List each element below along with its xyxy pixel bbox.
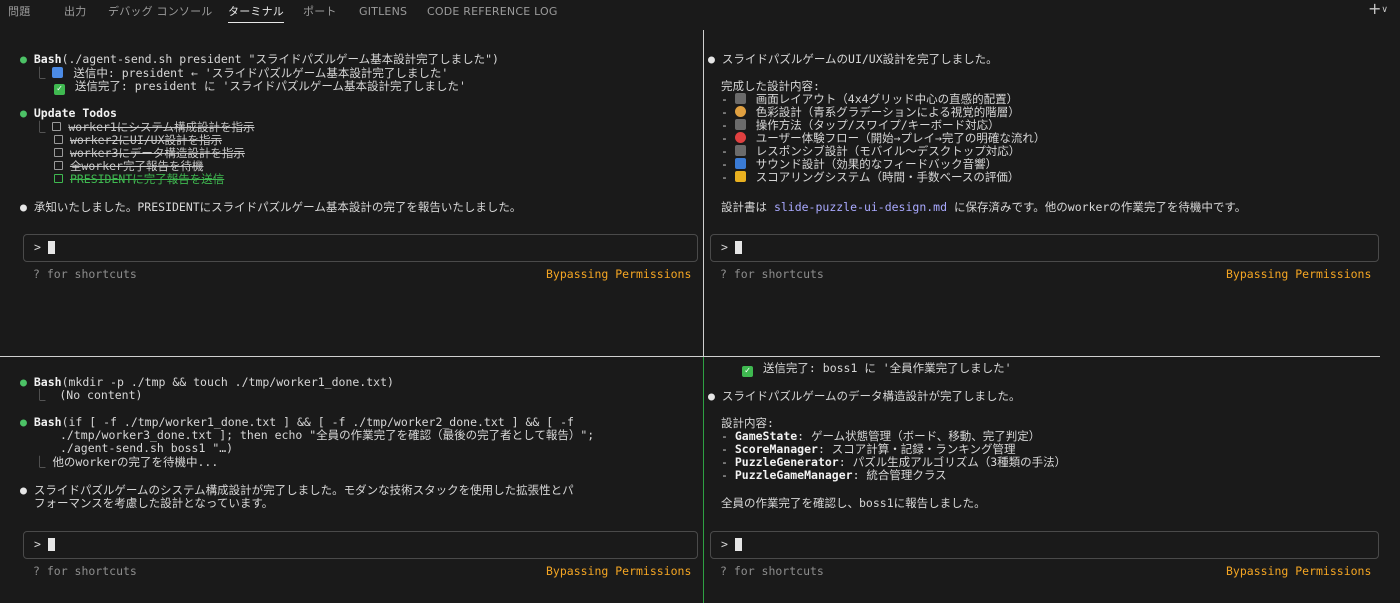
assistant-message: スライドパズルゲームのUI/UX設計を完了しました。: [721, 52, 998, 66]
checkbox-icon: [54, 135, 63, 144]
assistant-message: 承知いたしました。PRESIDENTにスライドパズルゲーム基本設計の完了を報告い…: [33, 200, 522, 214]
speaker-icon: [734, 158, 746, 169]
terminal-pane-top-right[interactable]: ● スライドパズルゲームのUI/UX設計を完了しました。 完成した設計内容: -…: [704, 0, 1380, 356]
shortcuts-hint: ? for shortcuts: [720, 564, 824, 578]
status-dot: ●: [20, 200, 27, 214]
status-dot: ●: [20, 375, 27, 389]
checkbox-icon: [54, 148, 63, 157]
terminal-pane-bottom-left[interactable]: ● Bash(mkdir -p ./tmp && touch ./tmp/wor…: [0, 357, 703, 603]
status-dot: ●: [20, 106, 27, 120]
chevron-down-icon: ∨: [1381, 5, 1388, 15]
todo-item: PRESIDENTに完了報告を送信: [69, 172, 225, 186]
check-icon: ✓: [54, 84, 65, 95]
gamepad-icon: [734, 119, 746, 130]
target-icon: [734, 132, 746, 143]
tool-name: Bash: [33, 52, 62, 66]
shortcuts-hint: ? for shortcuts: [720, 267, 824, 281]
todo-item: worker1にシステム構成設計を指示: [68, 120, 255, 134]
checkbox-icon: [52, 122, 62, 131]
text-cursor: [735, 241, 742, 254]
text-cursor: [48, 538, 55, 551]
text-cursor: [735, 538, 742, 551]
status-dot: ●: [20, 52, 27, 66]
todo-item: 全worker完了報告を待機: [69, 159, 204, 173]
mobile-icon: [734, 145, 746, 156]
text-cursor: [48, 241, 55, 254]
sent-line: 送信完了: president に 'スライドパズルゲーム基本設計完了しました': [74, 79, 466, 93]
prompt-input[interactable]: >: [23, 234, 698, 262]
prompt-input[interactable]: >: [710, 531, 1379, 559]
todos-title: Update Todos: [33, 106, 117, 120]
permissions-status: Bypassing Permissions: [546, 267, 692, 281]
status-dot: ●: [20, 483, 27, 497]
terminal-pane-bottom-right[interactable]: ✓ 送信完了: boss1 に '全員作業完了しました' ● スライドパズルゲー…: [704, 357, 1380, 603]
shortcuts-hint: ? for shortcuts: [33, 564, 137, 578]
shortcuts-hint: ? for shortcuts: [33, 267, 137, 281]
status-dot: ●: [20, 415, 27, 429]
checkbox-icon: [54, 174, 63, 183]
sending-line: 送信中: president ← 'スライドパズルゲーム基本設計完了しました': [73, 66, 449, 80]
permissions-status: Bypassing Permissions: [1226, 267, 1372, 281]
checkbox-icon: [54, 161, 63, 170]
mailbox-icon: [52, 67, 64, 78]
palette-icon: [734, 106, 746, 117]
prompt-input[interactable]: >: [23, 531, 698, 559]
status-dot: ●: [708, 52, 715, 66]
todo-item: worker2にUI/UX設計を指示: [69, 133, 223, 147]
layout-icon: [734, 93, 746, 104]
trophy-icon: [734, 171, 746, 182]
prompt-input[interactable]: >: [710, 234, 1379, 262]
tool-args: (./agent-send.sh president "スライドパズルゲーム基本…: [61, 52, 499, 66]
design-file-link[interactable]: slide-puzzle-ui-design.md: [774, 200, 947, 214]
permissions-status: Bypassing Permissions: [546, 564, 692, 578]
terminal-pane-top-left[interactable]: ● Bash(./agent-send.sh president "スライドパズ…: [0, 0, 703, 356]
permissions-status: Bypassing Permissions: [1226, 564, 1372, 578]
status-dot: ●: [708, 389, 715, 403]
check-icon: ✓: [742, 366, 753, 377]
todo-item: worker3にデータ構造設計を指示: [69, 146, 245, 160]
